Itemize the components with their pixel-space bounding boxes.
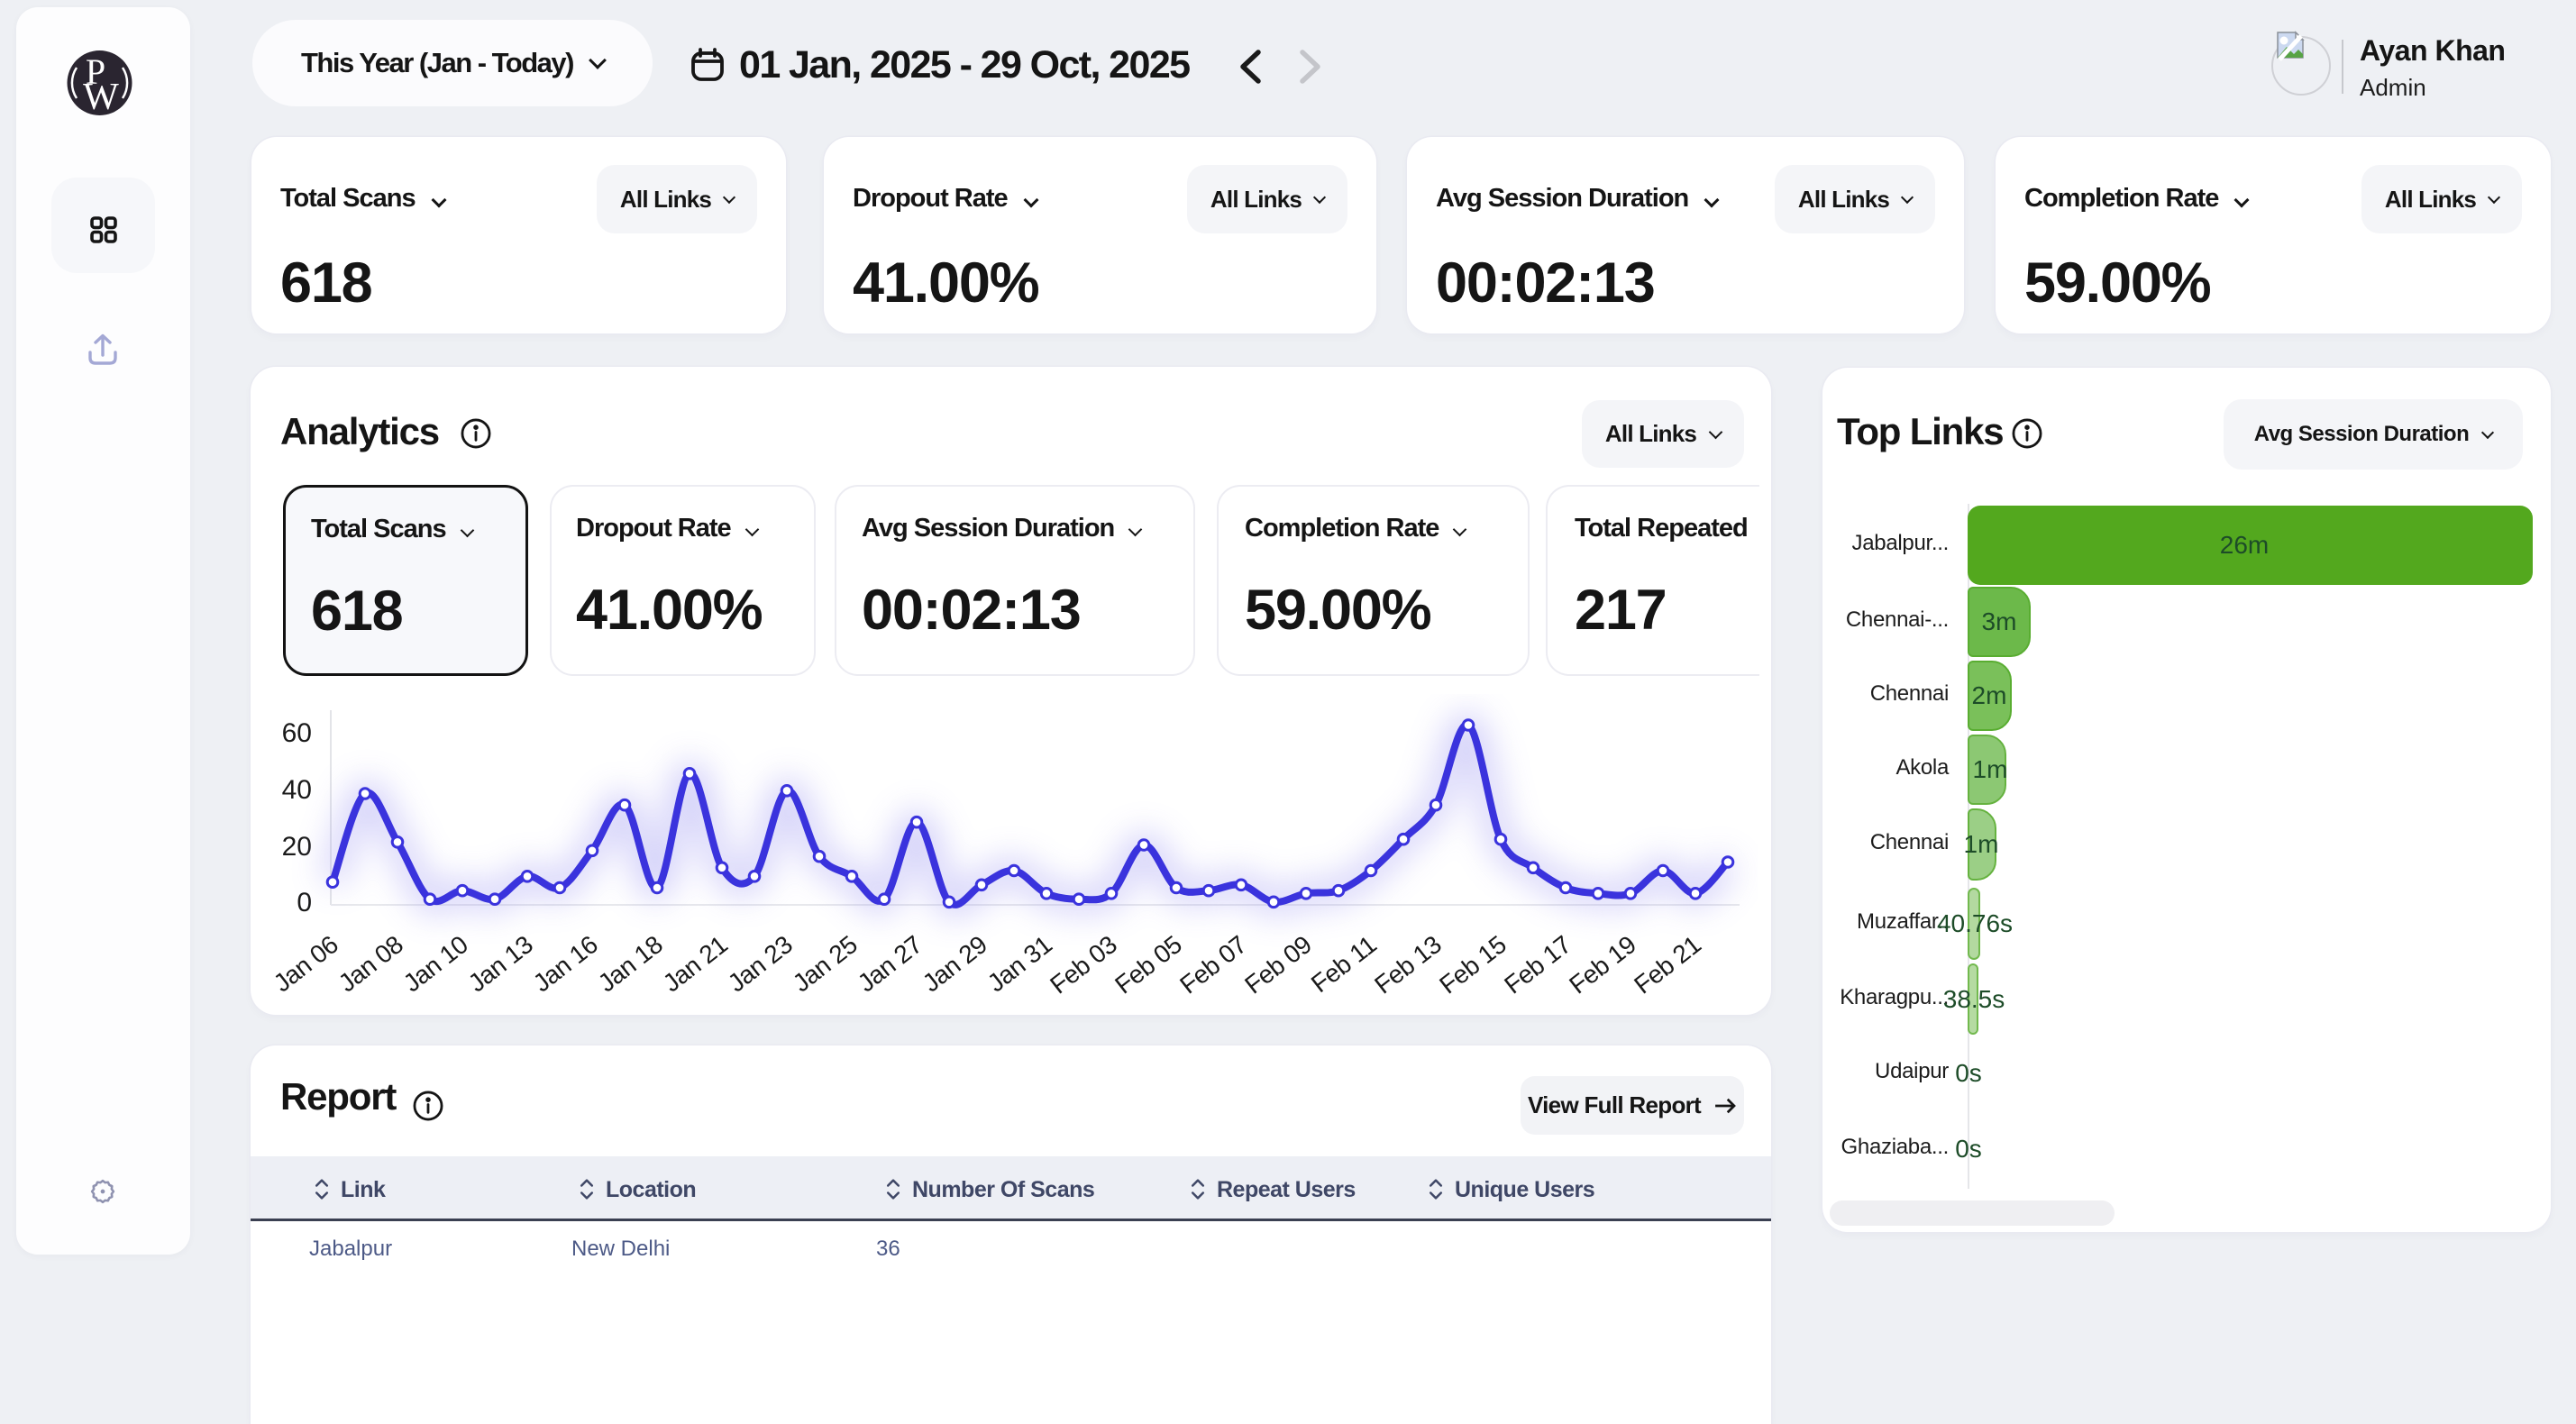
svg-text:Jan 23: Jan 23 bbox=[723, 930, 798, 997]
svg-text:Feb 09: Feb 09 bbox=[1239, 930, 1316, 999]
svg-text:Jan 27: Jan 27 bbox=[853, 930, 927, 997]
svg-text:W: W bbox=[83, 77, 119, 116]
svg-text:Jan 13: Jan 13 bbox=[463, 930, 538, 997]
svg-text:Feb 05: Feb 05 bbox=[1110, 930, 1186, 999]
svg-text:Jan 06: Jan 06 bbox=[270, 930, 343, 997]
svg-text:Feb 21: Feb 21 bbox=[1629, 930, 1705, 999]
svg-text:Jan 08: Jan 08 bbox=[333, 930, 408, 997]
svg-text:20: 20 bbox=[282, 832, 312, 862]
svg-text:Feb 03: Feb 03 bbox=[1045, 930, 1121, 999]
svg-text:Feb 11: Feb 11 bbox=[1306, 930, 1382, 998]
svg-text:Feb 13: Feb 13 bbox=[1369, 930, 1446, 999]
svg-text:Feb 17: Feb 17 bbox=[1499, 930, 1576, 999]
svg-text:Jan 18: Jan 18 bbox=[593, 930, 668, 997]
svg-text:Jan 31: Jan 31 bbox=[982, 930, 1057, 997]
svg-text:Feb 07: Feb 07 bbox=[1174, 930, 1251, 999]
svg-text:0: 0 bbox=[297, 888, 312, 917]
svg-text:Jan 10: Jan 10 bbox=[398, 930, 473, 997]
svg-text:Jan 16: Jan 16 bbox=[528, 930, 603, 997]
svg-text:Jan 25: Jan 25 bbox=[788, 930, 863, 997]
svg-text:40: 40 bbox=[282, 775, 312, 805]
svg-text:60: 60 bbox=[282, 718, 312, 748]
svg-text:Feb 15: Feb 15 bbox=[1434, 930, 1511, 999]
svg-text:Feb 19: Feb 19 bbox=[1564, 930, 1640, 999]
svg-text:Jan 21: Jan 21 bbox=[658, 930, 733, 997]
svg-text:Jan 29: Jan 29 bbox=[918, 930, 992, 997]
